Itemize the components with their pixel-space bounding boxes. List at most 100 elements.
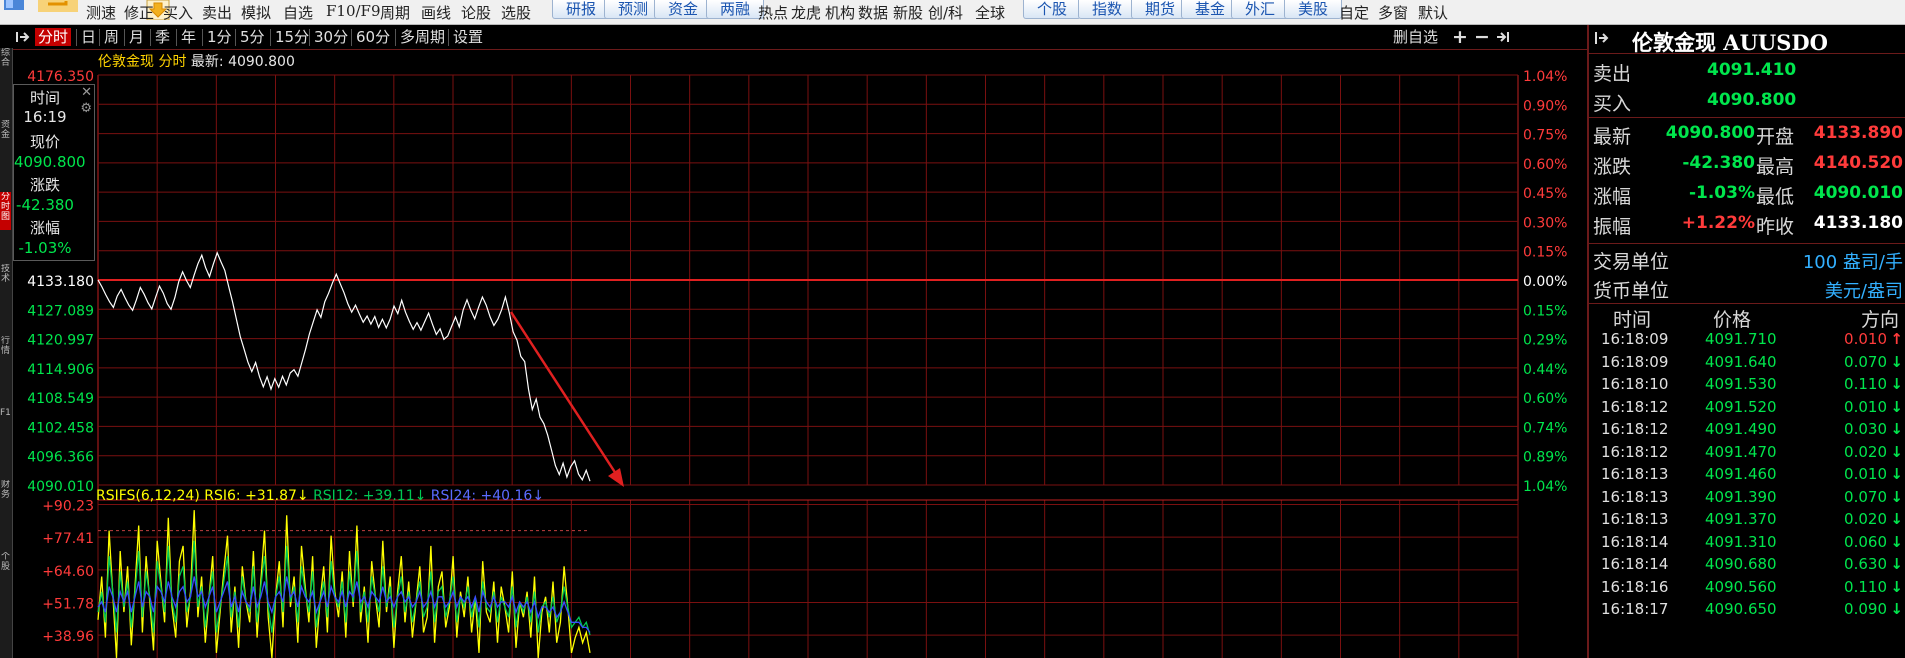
quote-label-left: 最新 [1593,126,1632,148]
tick-time: 16:18:12 [1601,442,1669,461]
rsi-tick-label: +51.78 [42,596,94,612]
tick-price: 4091.310 [1705,532,1777,551]
info-change-value: -42.380 [16,196,74,214]
quote-label-right: 最低 [1756,186,1795,208]
tick-price: 4091.640 [1705,352,1777,371]
tick-amount: 0.090 [1844,600,1887,618]
tick-price: 4091.710 [1705,330,1777,348]
tick-price: 4090.650 [1705,600,1777,618]
rsi-legend: RSIFS(6,12,24) RSI6: +31.87↓ RSI12: +39.… [96,488,544,504]
tick-time: 16:18:13 [1601,510,1669,528]
tick-row: 16:18:17 4090.650 0.090 ↓ [1589,600,1905,622]
tick-price: 4091.490 [1705,420,1777,438]
quote-label-left: 振幅 [1593,216,1632,238]
pct-tick-label: 0.89% [1523,450,1567,466]
tick-row: 16:18:13 4091.460 0.010 ↓ [1589,465,1905,487]
trade-unit-label: 交易单位 [1593,251,1670,273]
tick-amount: 0.630 [1844,555,1887,573]
crosshair-info-box: 时间 16:19 现价 4090.800 涨跌 -42.380 涨幅 -1.03… [13,84,95,261]
down-arrow-icon: ↓ [1890,352,1903,371]
down-arrow-icon: ↓ [1890,577,1903,596]
tick-price: 4091.520 [1705,397,1777,416]
tick-row: 16:18:16 4090.560 0.110 ↓ [1589,578,1905,600]
pct-tick-label: 0.30% [1523,215,1567,231]
gear-icon[interactable]: ⚙ [80,101,92,116]
tick-row: 16:18:09 4091.640 0.070 ↓ [1589,353,1905,375]
quote-label-left: 涨幅 [1593,186,1632,208]
tick-amount: 0.030 [1844,420,1887,438]
price-line [97,251,591,482]
price-tick-label: 4108.549 [27,391,94,407]
down-arrow-icon: ↓ [1890,555,1903,573]
quote-value-right: 4133.890 [1813,123,1903,143]
tick-time: 16:18:13 [1601,487,1669,506]
pct-tick-label: 0.15% [1523,303,1567,319]
price-tick-label: 4114.906 [27,362,94,378]
tick-amount: 0.070 [1844,352,1887,371]
tick-row: 16:18:12 4091.490 0.030 ↓ [1589,420,1905,442]
price-tick-label: 4120.997 [27,333,94,349]
tick-price: 4090.560 [1705,577,1777,596]
tick-time: 16:18:09 [1601,352,1669,371]
down-arrow-icon: ↓ [1890,532,1903,551]
pct-tick-label: 0.15% [1523,245,1567,261]
tick-row: 16:18:14 4091.310 0.060 ↓ [1589,533,1905,555]
down-arrow-icon: ↓ [1890,442,1903,461]
pct-tick-label: 0.45% [1523,186,1567,202]
buy-label: 买入 [1593,93,1632,115]
tick-time: 16:18:14 [1601,555,1669,573]
tick-amount: 0.070 [1844,487,1887,506]
quote-value-left: 4090.800 [1665,123,1755,143]
info-price-value: 4090.800 [14,153,86,171]
rsi-tick-label: +90.23 [42,499,94,515]
pct-tick-label: 0.60% [1523,157,1567,173]
ticks-header-direction: 方向 [1861,309,1900,331]
tick-row: 16:18:13 4091.370 0.020 ↓ [1589,510,1905,532]
pct-tick-label: 0.29% [1523,333,1567,349]
quote-value-right: 4090.010 [1813,183,1903,203]
tick-amount: 0.010 [1844,330,1887,348]
quote-panel: 伦敦金现 AUUSDO 卖出 4091.410 买入 4090.800 最新 40… [1587,25,1905,658]
quote-label-right: 昨收 [1756,216,1795,238]
down-arrow-icon: ↓ [1890,600,1903,618]
info-time-value: 16:19 [23,108,67,126]
info-pct-value: -1.03% [18,239,72,257]
ticks-header-time: 时间 [1613,309,1652,331]
info-time-label: 时间 [29,89,60,107]
quote-label-right: 最高 [1756,156,1795,178]
tick-price: 4091.470 [1705,442,1777,461]
intraday-chart: 1.04% 0.90% 0.75% 0.60% 0.45% 0.30% 0.15% 0.00%… [27,54,1567,658]
panel-pin-icon[interactable] [1593,29,1611,51]
tick-amount: 0.110 [1844,375,1887,393]
rsi-tick-label: +38.96 [42,629,94,645]
tick-time: 16:18:17 [1601,600,1669,618]
tick-price: 4091.390 [1705,487,1777,506]
tick-price: 4090.680 [1705,555,1777,573]
trend-arrow [509,311,620,478]
price-tick-label: 4127.089 [27,303,94,319]
sell-price: 4091.410 [1707,60,1797,80]
pct-tick-label: 0.75% [1523,128,1567,144]
tick-row: 16:18:09 4091.710 0.010 ↑ [1589,330,1905,352]
quote-label-left: 涨跌 [1593,156,1632,178]
down-arrow-icon: ↓ [1890,375,1903,393]
rsi-line-rsi6 [97,510,591,658]
down-arrow-icon: ↓ [1890,397,1903,416]
trade-unit-value: 100 盎司/手 [1802,252,1903,273]
rsi-tick-label: +64.60 [42,564,94,580]
pct-tick-label: 0.74% [1523,420,1567,436]
quote-label-right: 开盘 [1756,126,1795,148]
price-tick-label: 4090.010 [27,479,94,495]
tick-row: 16:18:13 4091.390 0.070 ↓ [1589,488,1905,510]
down-arrow-icon: ↓ [1890,420,1903,438]
currency-unit-label: 货币单位 [1593,280,1670,302]
pct-tick-label: 0.90% [1523,98,1567,114]
tick-price: 4091.530 [1705,375,1777,393]
tick-amount: 0.020 [1844,510,1887,528]
price-tick-label: 4133.180 [27,274,94,290]
tick-time: 16:18:10 [1601,375,1669,393]
trend-arrow-head [608,468,624,487]
tick-amount: 0.060 [1844,532,1887,551]
pct-tick-label: 1.04% [1523,69,1567,85]
close-icon[interactable]: ✕ [81,85,92,100]
